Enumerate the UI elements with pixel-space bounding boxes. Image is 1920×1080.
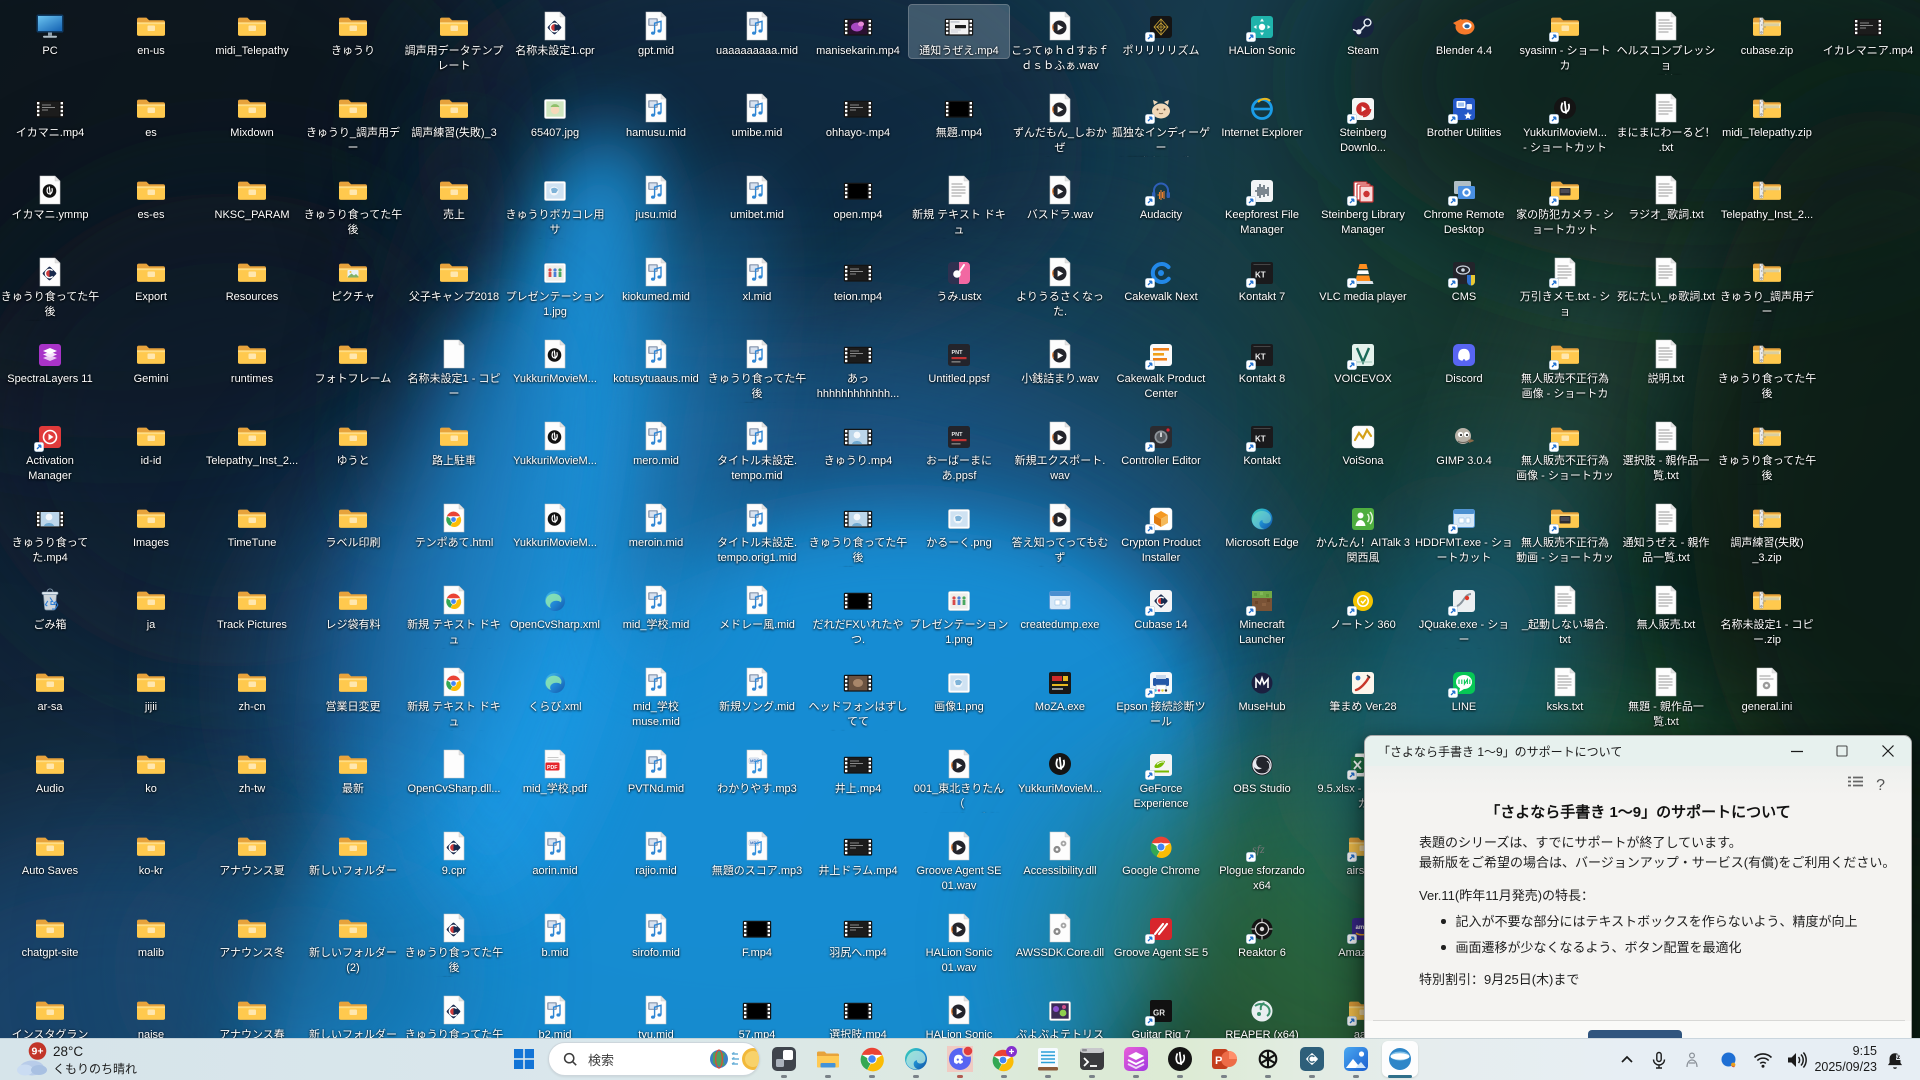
svg-text:z: z xyxy=(1897,1054,1900,1061)
svg-text:9+: 9+ xyxy=(32,1046,44,1058)
svg-text:P: P xyxy=(1215,1055,1222,1067)
